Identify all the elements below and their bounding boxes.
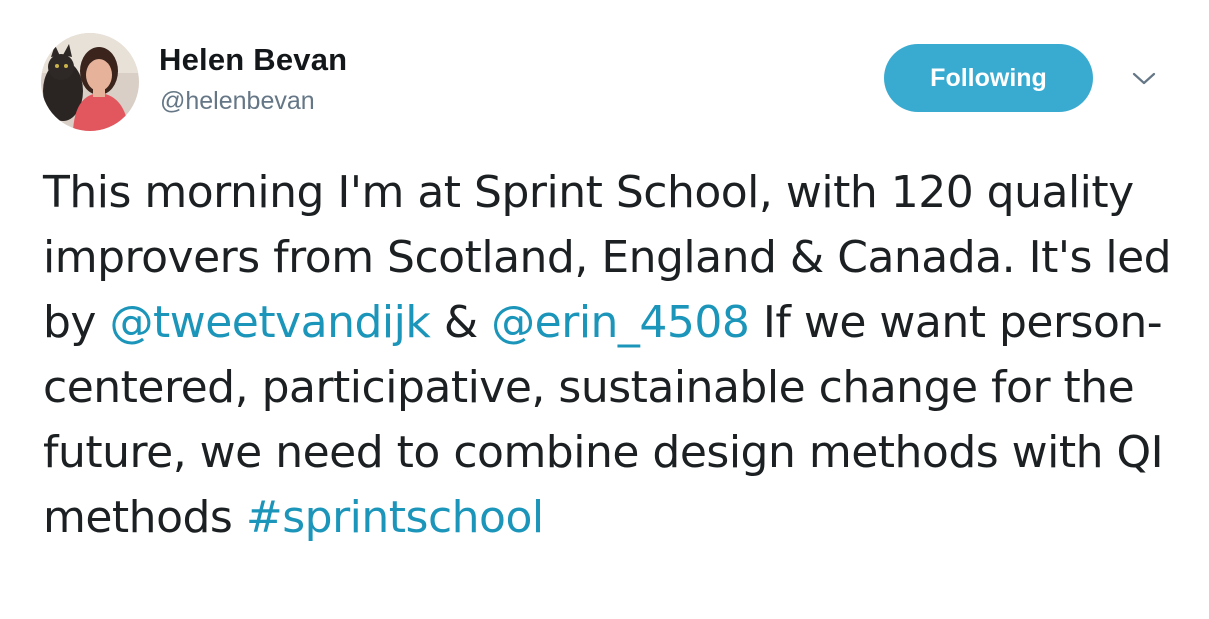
author-name[interactable]: Helen Bevan (159, 42, 347, 78)
chevron-down-icon (1132, 72, 1156, 85)
tweet-text-segment: & (430, 297, 492, 348)
author-handle[interactable]: @helenbevan (160, 87, 315, 116)
avatar[interactable] (41, 33, 139, 131)
profile-photo-icon (41, 33, 139, 131)
hashtag-link[interactable]: #sprintschool (246, 492, 544, 543)
tweet-menu-button[interactable] (1126, 64, 1162, 94)
mention-link[interactable]: @erin_4508 (491, 297, 750, 348)
mention-link[interactable]: @tweetvandijk (109, 297, 430, 348)
following-button[interactable]: Following (884, 44, 1093, 112)
tweet-header: Helen Bevan @helenbevan Following (0, 0, 1209, 140)
tweet-text: This morning I'm at Sprint School, with … (43, 160, 1173, 550)
